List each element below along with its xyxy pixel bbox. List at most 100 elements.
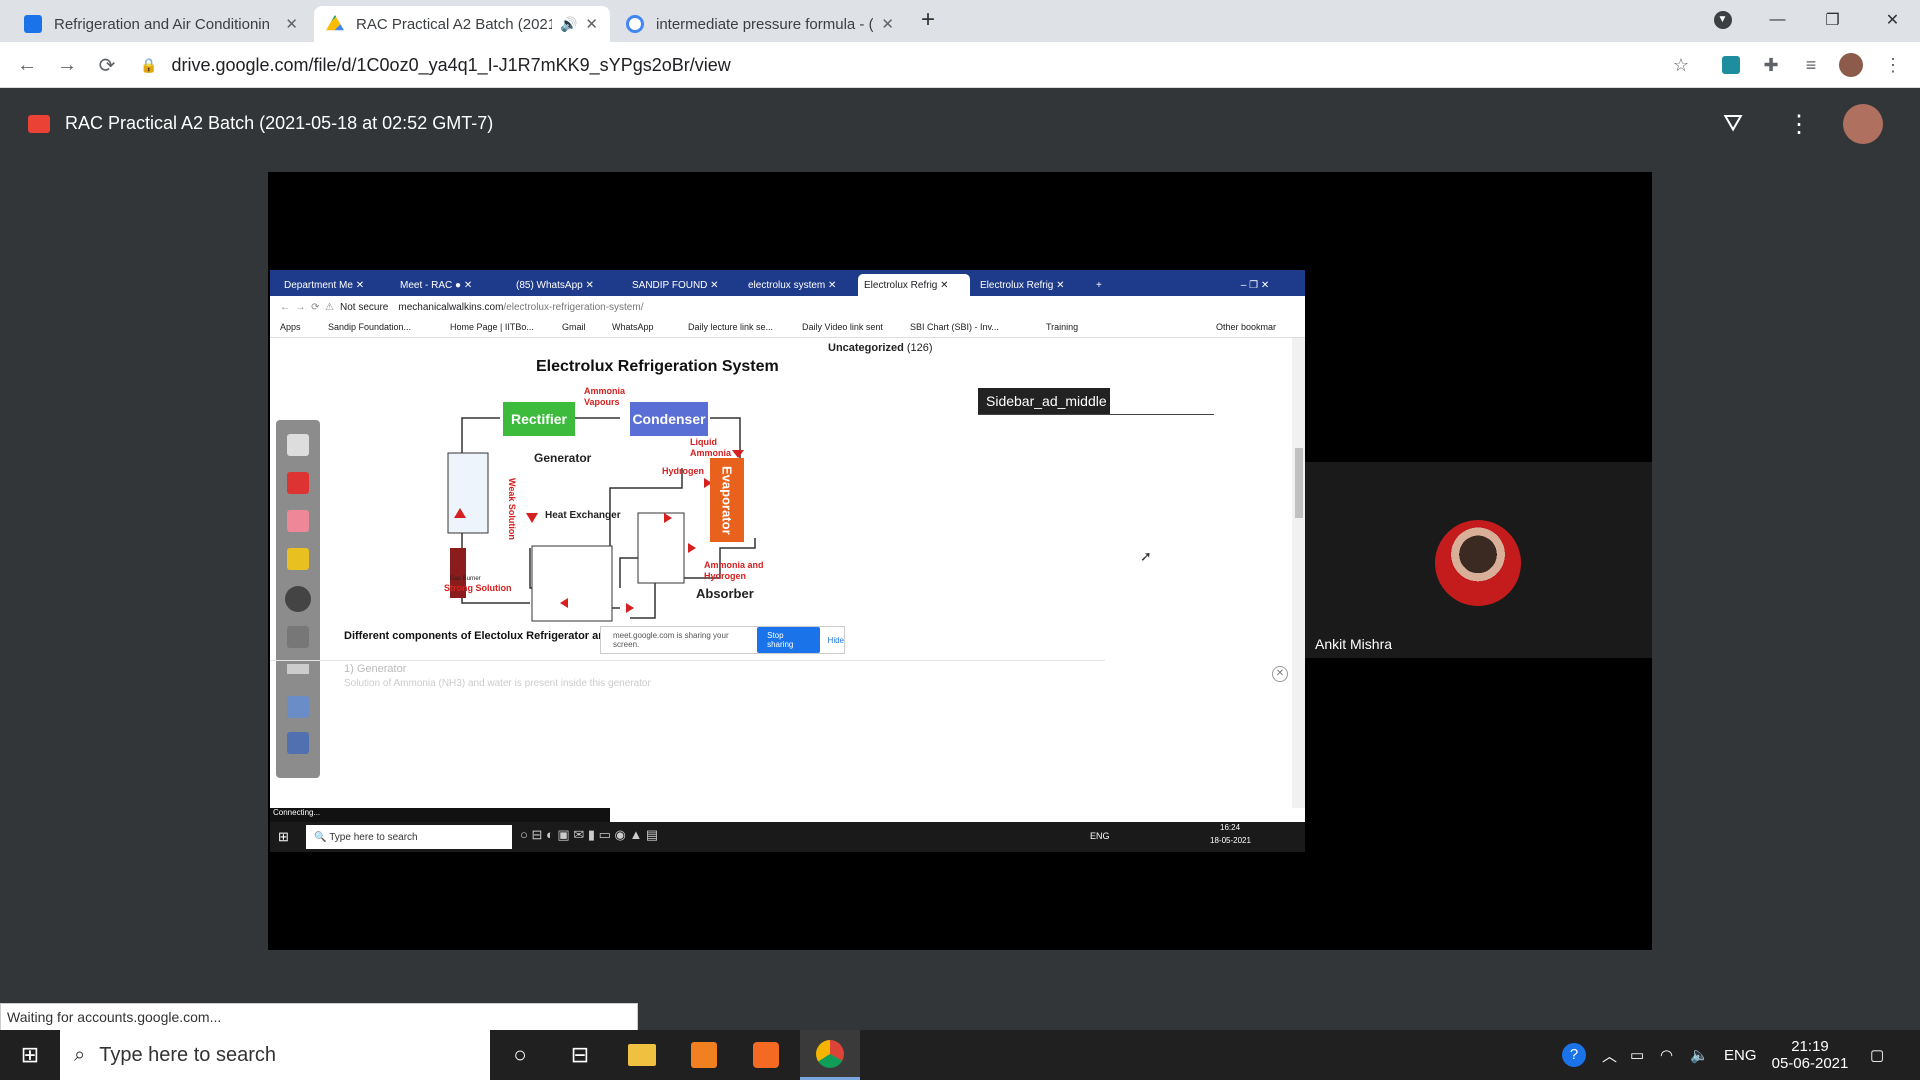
liquid-ammonia-label: Liquid — [690, 437, 717, 447]
participant-name: Ankit Mishra — [1315, 636, 1393, 652]
participant-avatar — [1435, 520, 1521, 606]
inner-scrollbar — [1292, 338, 1305, 808]
taskbar-search-box[interactable]: ⌕ Type here to search — [60, 1030, 490, 1080]
pen-tool-icon — [287, 434, 309, 456]
evaporator-component: Evaporator — [710, 458, 744, 542]
generator-label: Generator — [534, 451, 592, 465]
inner-search-text: Type here to search — [329, 831, 418, 843]
rectifier-component: Rectifier — [503, 402, 575, 436]
task-view-icon[interactable]: ⊟ — [550, 1030, 610, 1080]
browser-toolbar: ← → ⟳ 🔒 drive.google.com/file/d/1C0oz0_y… — [0, 42, 1920, 88]
inner-tab: Electrolux Refrig ✕ — [980, 279, 1065, 291]
show-hidden-icons-icon[interactable]: ︿ — [1602, 1030, 1617, 1080]
divider — [270, 660, 1105, 661]
browser-status-bar: Waiting for accounts.google.com... — [0, 1003, 638, 1031]
address-bar[interactable]: 🔒 drive.google.com/file/d/1C0oz0_ya4q1_I… — [140, 48, 1700, 82]
inner-search-box: 🔍 Type here to search — [306, 825, 512, 849]
browser-tab-strip: Refrigeration and Air Conditionin ✕ RAC … — [0, 0, 1920, 42]
close-tab-icon[interactable]: ✕ — [585, 15, 598, 33]
inner-tab: electrolux system ✕ — [748, 279, 837, 291]
notifications-icon[interactable]: ▢ — [1870, 1030, 1884, 1080]
brush-tool-icon — [287, 626, 309, 648]
bookmark: SBI Chart (SBI) - Inv... — [910, 322, 999, 332]
add-to-drive-icon[interactable]: ⛛ — [1723, 110, 1743, 138]
connecting-status: Connecting... — [270, 808, 610, 822]
chrome-menu-icon[interactable]: ⋮ — [1880, 52, 1906, 78]
classroom-icon — [24, 15, 42, 33]
inner-tray-time: 16:24 — [1220, 823, 1241, 832]
close-window-button[interactable]: ✕ — [1865, 0, 1920, 40]
speaker-icon[interactable]: 🔊 — [560, 16, 577, 33]
bookmark: Gmail — [562, 322, 586, 332]
tab-search-icon[interactable]: ▼ — [1695, 0, 1750, 40]
drive-viewer-header: RAC Practical A2 Batch (2021-05-18 at 02… — [0, 88, 1920, 160]
condenser-component: Condenser — [630, 402, 708, 436]
network-icon[interactable]: ◠ — [1660, 1030, 1673, 1080]
inner-tab-title: electrolux system — [748, 279, 826, 291]
inner-tab: Department Me ✕ — [284, 279, 365, 291]
file-explorer-icon[interactable] — [612, 1030, 672, 1080]
inner-taskbar: ⊞ 🔍 Type here to search ○ ⊟ ◐ ▣ ✉ ▮ ▭ ◉ … — [270, 822, 1305, 852]
clock-date: 05-06-2021 — [1771, 1055, 1849, 1072]
tab-title: intermediate pressure formula - ( — [656, 15, 874, 33]
ammonia-vapours-label: Ammonia — [584, 386, 626, 396]
inner-tab-title: (85) WhatsApp — [516, 279, 583, 291]
new-tab-button[interactable]: + — [908, 0, 948, 40]
tab-rac-practical[interactable]: RAC Practical A2 Batch (2021 🔊 ✕ — [314, 6, 610, 42]
back-button[interactable]: ← — [12, 50, 42, 80]
inner-url-path: /electrolux-refrigeration-system/ — [503, 301, 644, 313]
inner-tab: SANDIP FOUND ✕ — [632, 279, 719, 291]
tab-refrigeration[interactable]: Refrigeration and Air Conditionin ✕ — [12, 6, 310, 42]
not-secure-label: Not secure — [340, 301, 389, 313]
close-ad-icon: ✕ — [1272, 666, 1288, 682]
bookmark: Home Page | IITBo... — [450, 322, 534, 332]
profile-avatar[interactable] — [1838, 52, 1864, 78]
file-title: RAC Practical A2 Batch (2021-05-18 at 02… — [65, 113, 494, 133]
video-file-icon — [28, 115, 50, 133]
inner-bookmarks-bar: Apps Sandip Foundation... Home Page | II… — [270, 318, 1305, 338]
clock[interactable]: 21:19 05-06-2021 — [1765, 1030, 1855, 1080]
inner-tab-title: Department Me — [284, 279, 353, 291]
components-heading: Different components of Electolux Refrig… — [344, 630, 620, 642]
tab-intermediate-pressure[interactable]: intermediate pressure formula - ( ✕ — [614, 6, 906, 42]
google-icon — [626, 15, 644, 33]
media-control-icon[interactable]: ≡ — [1798, 52, 1824, 78]
taskbar-search-text: Type here to search — [99, 1043, 276, 1066]
extensions-puzzle-icon[interactable]: ✚ — [1758, 52, 1784, 78]
sidebar-category-count: (126) — [906, 342, 933, 354]
hide-button: Hide — [827, 635, 844, 645]
bookmark-star-icon[interactable]: ☆ — [1668, 52, 1694, 78]
xampp-icon[interactable] — [736, 1030, 796, 1080]
more-options-icon[interactable]: ⋮ — [1787, 110, 1811, 139]
minimize-button[interactable]: — — [1750, 0, 1805, 40]
hydrogen-label: Hydrogen — [662, 466, 705, 476]
close-tab-icon[interactable]: ✕ — [881, 15, 894, 33]
annotation-toolbar — [276, 420, 320, 778]
bookmark: Apps — [280, 322, 301, 332]
bookmark: Daily Video link sent — [802, 322, 883, 332]
inner-start-icon: ⊞ — [278, 829, 289, 844]
battery-icon[interactable]: ▭ — [1630, 1030, 1644, 1080]
windows-start-button[interactable]: ⊞ — [0, 1030, 60, 1080]
bookmark: Training — [1046, 322, 1079, 332]
cortana-icon[interactable]: ○ — [490, 1030, 550, 1080]
chrome-taskbar-icon[interactable] — [800, 1030, 860, 1080]
strong-solution-label: Strong Solution — [444, 583, 512, 593]
forward-button[interactable]: → — [52, 50, 82, 80]
help-icon[interactable]: ? — [1562, 1030, 1586, 1080]
line-tool-icon — [287, 664, 309, 674]
volume-icon[interactable]: 🔈 — [1690, 1030, 1709, 1080]
marker-tool-icon — [287, 472, 309, 494]
stop-sharing-button: Stop sharing — [757, 627, 820, 653]
language-indicator[interactable]: ENG — [1724, 1030, 1757, 1080]
sublime-text-icon[interactable] — [674, 1030, 734, 1080]
close-tab-icon[interactable]: ✕ — [285, 15, 298, 33]
screen-sharing-notice: meet.google.com is sharing your screen. … — [600, 626, 845, 654]
inner-scrollbar-thumb — [1294, 448, 1303, 518]
restore-button[interactable]: ❐ — [1805, 0, 1860, 40]
account-avatar[interactable] — [1843, 104, 1883, 144]
extension-icon[interactable] — [1718, 52, 1744, 78]
reload-button[interactable]: ⟳ — [92, 50, 122, 80]
bookmark: Daily lecture link se... — [688, 322, 774, 332]
eraser-tool-icon — [287, 510, 309, 532]
